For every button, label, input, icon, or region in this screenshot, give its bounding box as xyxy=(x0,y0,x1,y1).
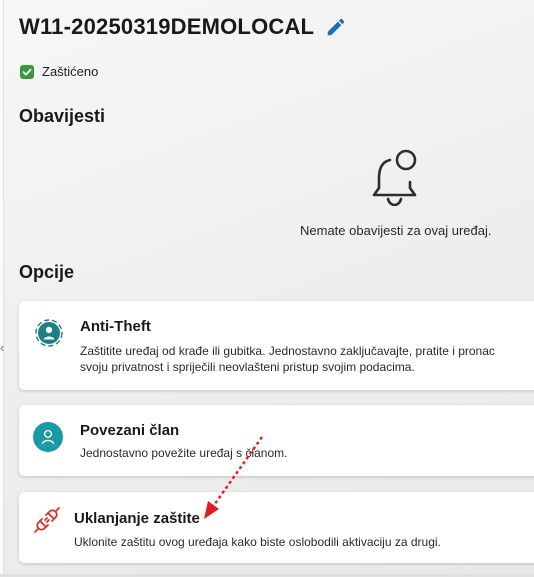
device-title: W11-20250319DEMOLOCAL xyxy=(19,14,315,39)
remove-protection-card[interactable]: Uklanjanje zaštite Uklonite zaštitu ovog… xyxy=(19,492,534,563)
anti-theft-icon xyxy=(35,319,63,347)
check-icon xyxy=(20,64,34,79)
remove-protection-description: Uklonite zaštitu ovog uređaja kako biste… xyxy=(74,535,441,549)
linked-member-description: Jednostavno povežite uređaj s članom. xyxy=(80,446,288,460)
annotation-arrow xyxy=(204,436,263,519)
device-header: W11-20250319DEMOLOCAL xyxy=(19,14,347,40)
linked-member-card[interactable]: Povezani član Jednostavno povežite uređa… xyxy=(19,405,534,476)
status-text: Zaštićeno xyxy=(42,64,99,79)
anti-theft-description-line: Zaštitite uređaj od krađe ili gubitka. J… xyxy=(80,344,495,358)
options-heading: Opcije xyxy=(19,262,75,282)
remove-protection-title: Uklanjanje zaštite xyxy=(74,510,200,527)
person-icon xyxy=(33,422,63,452)
edit-icon[interactable] xyxy=(325,16,347,38)
bell-icon xyxy=(372,148,424,207)
left-panel-edge xyxy=(0,0,4,577)
linked-member-title: Povezani član xyxy=(80,422,180,439)
anti-theft-title: Anti-Theft xyxy=(80,318,151,335)
protection-status: Zaštićeno xyxy=(20,64,98,79)
unplug-icon xyxy=(33,506,61,534)
notifications-heading: Obavijesti xyxy=(19,106,106,126)
left-panel-marker: ‹ xyxy=(0,340,5,355)
notifications-empty-text: Nemate obavijesti za ovaj uređaj. xyxy=(300,223,492,238)
anti-theft-description: Zaštitite uređaj od krađe ili gubitka. J… xyxy=(80,343,495,375)
anti-theft-card[interactable]: Anti-Theft Zaštitite uređaj od krađe ili… xyxy=(19,301,534,390)
anti-theft-description-line: svoju privatnost i spriječili neovlašten… xyxy=(80,360,415,374)
